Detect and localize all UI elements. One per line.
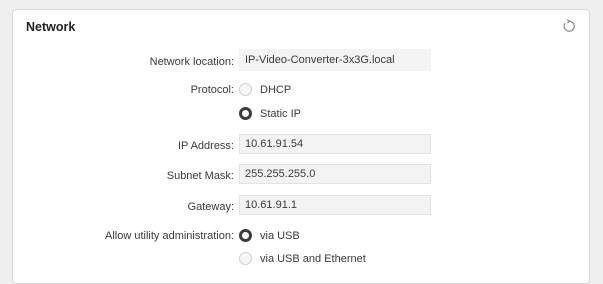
protocol-dhcp-label: DHCP <box>260 83 292 96</box>
protocol-label: Protocol: <box>190 84 234 96</box>
utility-admin-usb-ethernet-radio[interactable]: via USB and Ethernet <box>239 252 366 265</box>
utility-admin-usb-ethernet-label: via USB and Ethernet <box>260 252 366 265</box>
gateway-label: Gateway: <box>187 201 234 213</box>
protocol-static-ip-radio[interactable]: Static IP <box>239 107 301 120</box>
utility-admin-label: Allow utility administration: <box>105 230 234 242</box>
utility-admin-usb-label: via USB <box>260 229 300 242</box>
protocol-dhcp-radio[interactable]: DHCP <box>239 83 291 96</box>
radio-selected-icon <box>239 229 252 242</box>
ip-address-input[interactable] <box>239 134 431 154</box>
radio-unselected-icon <box>239 83 252 96</box>
gateway-input[interactable] <box>239 195 431 215</box>
network-location-label: Network location: <box>149 56 234 68</box>
reset-arrow-icon[interactable] <box>562 19 576 33</box>
section-title: Network <box>26 20 76 34</box>
subnet-mask-label: Subnet Mask: <box>166 170 234 182</box>
subnet-mask-input[interactable] <box>239 164 431 184</box>
utility-admin-usb-radio[interactable]: via USB <box>239 229 300 242</box>
radio-unselected-icon <box>239 252 252 265</box>
ip-address-label: IP Address: <box>177 140 234 152</box>
network-location-value: IP-Video-Converter-3x3G.local <box>239 49 431 71</box>
radio-selected-icon <box>239 107 252 120</box>
protocol-static-ip-label: Static IP <box>260 107 301 120</box>
